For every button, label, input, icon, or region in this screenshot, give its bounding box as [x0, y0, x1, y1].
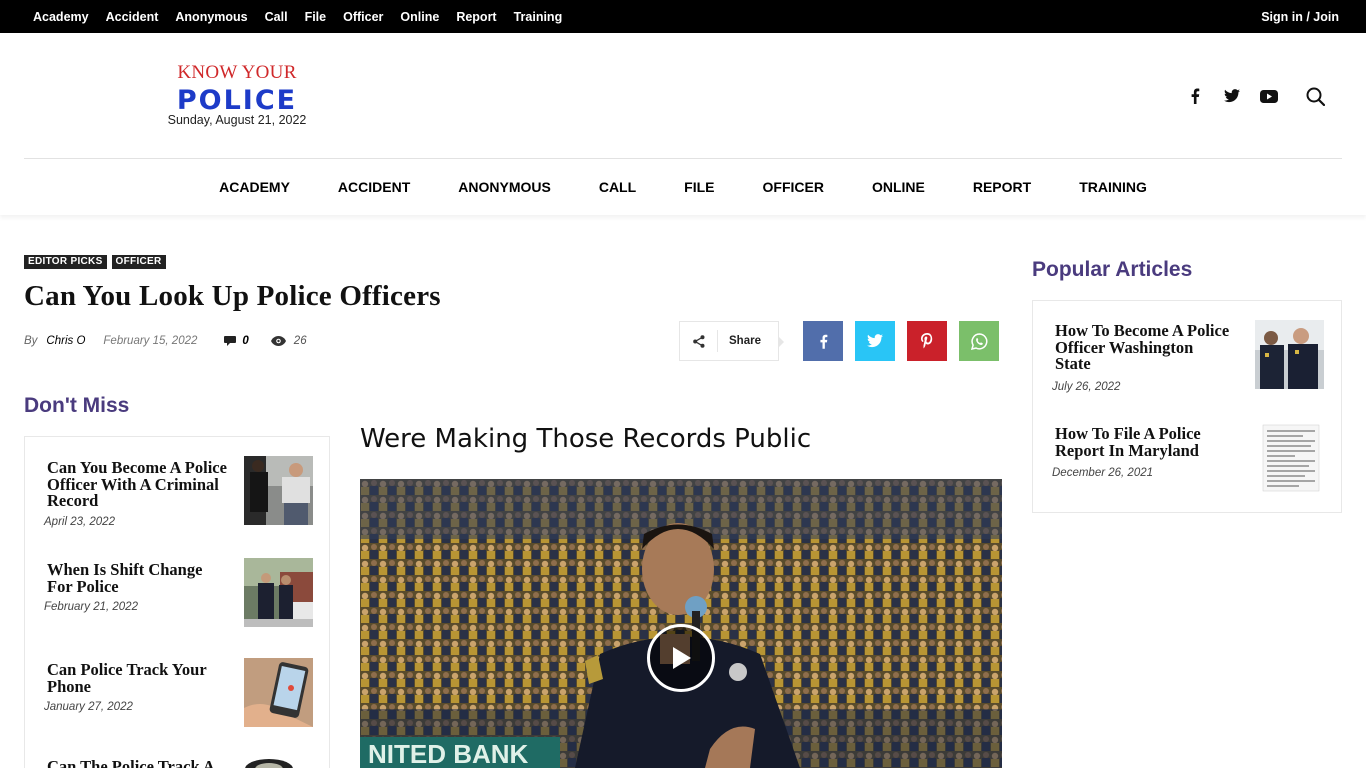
list-item-title[interactable]: When Is Shift Change For Police — [47, 561, 227, 595]
nav-anonymous[interactable]: ANONYMOUS — [434, 179, 575, 195]
list-item-thumbnail[interactable] — [244, 757, 313, 768]
video-player[interactable]: NITED BANK — [360, 479, 1002, 768]
article-meta: By Chris O February 15, 2022 0 26 — [24, 333, 307, 349]
logo-line1: KNOW YOUR — [177, 62, 297, 83]
facebook-icon[interactable] — [1185, 84, 1205, 108]
comment-count-value: 0 — [242, 335, 249, 347]
list-item[interactable]: Can You Become A Police Officer With A C… — [44, 459, 227, 528]
share-twitter-button[interactable] — [855, 321, 895, 361]
category-tag[interactable]: OFFICER — [111, 255, 166, 269]
nav-call[interactable]: CALL — [575, 179, 660, 195]
logo-line2: POLICE — [176, 85, 298, 116]
list-item-date: April 23, 2022 — [44, 515, 115, 528]
top-menu-training[interactable]: Training — [514, 10, 563, 24]
top-menu-file[interactable]: File — [305, 10, 327, 24]
nav-online[interactable]: ONLINE — [848, 179, 949, 195]
category-tags: EDITOR PICKS OFFICER — [24, 255, 166, 269]
nav-officer[interactable]: OFFICER — [739, 179, 848, 195]
article-title: Can You Look Up Police Officers — [24, 280, 441, 312]
whatsapp-icon — [970, 332, 987, 350]
twitter-icon — [867, 334, 883, 348]
list-item-title[interactable]: Can The Police Track A — [47, 758, 227, 768]
list-item-thumbnail[interactable] — [244, 456, 313, 525]
list-item-date: December 26, 2021 — [1052, 467, 1154, 479]
share-box[interactable]: Share — [679, 321, 784, 361]
share-facebook-button[interactable] — [803, 321, 843, 361]
youtube-icon[interactable] — [1258, 84, 1280, 108]
search-icon[interactable] — [1303, 84, 1327, 108]
list-item[interactable]: How To Become A Police Officer Washingto… — [1052, 322, 1230, 393]
share-label: Share — [729, 335, 761, 347]
category-tag[interactable]: EDITOR PICKS — [24, 255, 107, 269]
comment-count[interactable]: 0 — [224, 335, 249, 347]
top-menu-online[interactable]: Online — [400, 10, 439, 24]
list-item-title[interactable]: Can Police Track Your Phone — [47, 661, 227, 695]
main-nav: ACADEMY ACCIDENT ANONYMOUS CALL FILE OFF… — [0, 159, 1366, 215]
dont-miss-heading: Don't Miss — [24, 394, 130, 417]
by-label: By — [24, 335, 38, 347]
header-date: Sunday, August 21, 2022 — [167, 113, 307, 127]
play-icon — [673, 647, 691, 669]
nav-report[interactable]: REPORT — [949, 179, 1055, 195]
top-menu: Academy Accident Anonymous Call File Off… — [33, 0, 562, 33]
play-button[interactable] — [647, 624, 715, 692]
popular-articles-list: How To Become A Police Officer Washingto… — [1032, 300, 1342, 513]
list-item-date: January 27, 2022 — [44, 701, 133, 713]
nav-file[interactable]: FILE — [660, 179, 738, 195]
comment-icon — [224, 336, 237, 346]
list-item-thumbnail[interactable] — [244, 658, 313, 727]
top-menu-anonymous[interactable]: Anonymous — [175, 10, 247, 24]
list-item-thumbnail[interactable] — [1255, 320, 1324, 389]
nav-accident[interactable]: ACCIDENT — [314, 179, 434, 195]
eye-icon — [270, 336, 286, 346]
list-item[interactable]: Can Police Track Your Phone January 27, … — [44, 661, 227, 713]
pinterest-icon — [921, 333, 933, 349]
list-item-thumbnail[interactable] — [1255, 423, 1324, 492]
article-date: February 15, 2022 — [103, 335, 198, 347]
top-menu-officer[interactable]: Officer — [343, 10, 383, 24]
share-whatsapp-button[interactable] — [959, 321, 999, 361]
list-item-title[interactable]: How To File A Police Report In Maryland — [1055, 425, 1230, 459]
list-item[interactable]: Can The Police Track A — [47, 758, 227, 768]
popular-articles-heading: Popular Articles — [1032, 258, 1193, 281]
top-menu-accident[interactable]: Accident — [106, 10, 159, 24]
sign-in-link[interactable]: Sign in / Join — [1261, 0, 1339, 33]
top-menu-report[interactable]: Report — [456, 10, 496, 24]
view-count-value: 26 — [293, 335, 307, 347]
facebook-icon — [819, 334, 827, 349]
share-pinterest-button[interactable] — [907, 321, 947, 361]
nav-training[interactable]: TRAINING — [1055, 179, 1171, 195]
article-subheading: Were Making Those Records Public — [360, 424, 812, 454]
view-count: 26 — [270, 335, 307, 347]
nav-academy[interactable]: ACADEMY — [195, 179, 314, 195]
author-link[interactable]: Chris O — [46, 335, 85, 347]
svg-text:NITED BANK: NITED BANK — [368, 739, 529, 768]
share-icon — [680, 330, 718, 352]
site-logo[interactable]: KNOW YOUR POLICE Sunday, August 21, 2022 — [167, 62, 307, 127]
top-menu-call[interactable]: Call — [265, 10, 288, 24]
list-item-title[interactable]: Can You Become A Police Officer With A C… — [47, 459, 227, 510]
list-item-title[interactable]: How To Become A Police Officer Washingto… — [1055, 322, 1230, 373]
twitter-icon[interactable] — [1222, 84, 1242, 108]
list-item[interactable]: How To File A Police Report In Maryland … — [1052, 425, 1230, 479]
top-bar: Academy Accident Anonymous Call File Off… — [0, 0, 1366, 33]
list-item-date: February 21, 2022 — [44, 601, 138, 613]
list-item-thumbnail[interactable] — [244, 558, 313, 627]
dont-miss-list: Can You Become A Police Officer With A C… — [24, 436, 330, 768]
top-menu-academy[interactable]: Academy — [33, 10, 89, 24]
list-item-date: July 26, 2022 — [1052, 380, 1121, 393]
list-item[interactable]: When Is Shift Change For Police February… — [44, 561, 227, 613]
